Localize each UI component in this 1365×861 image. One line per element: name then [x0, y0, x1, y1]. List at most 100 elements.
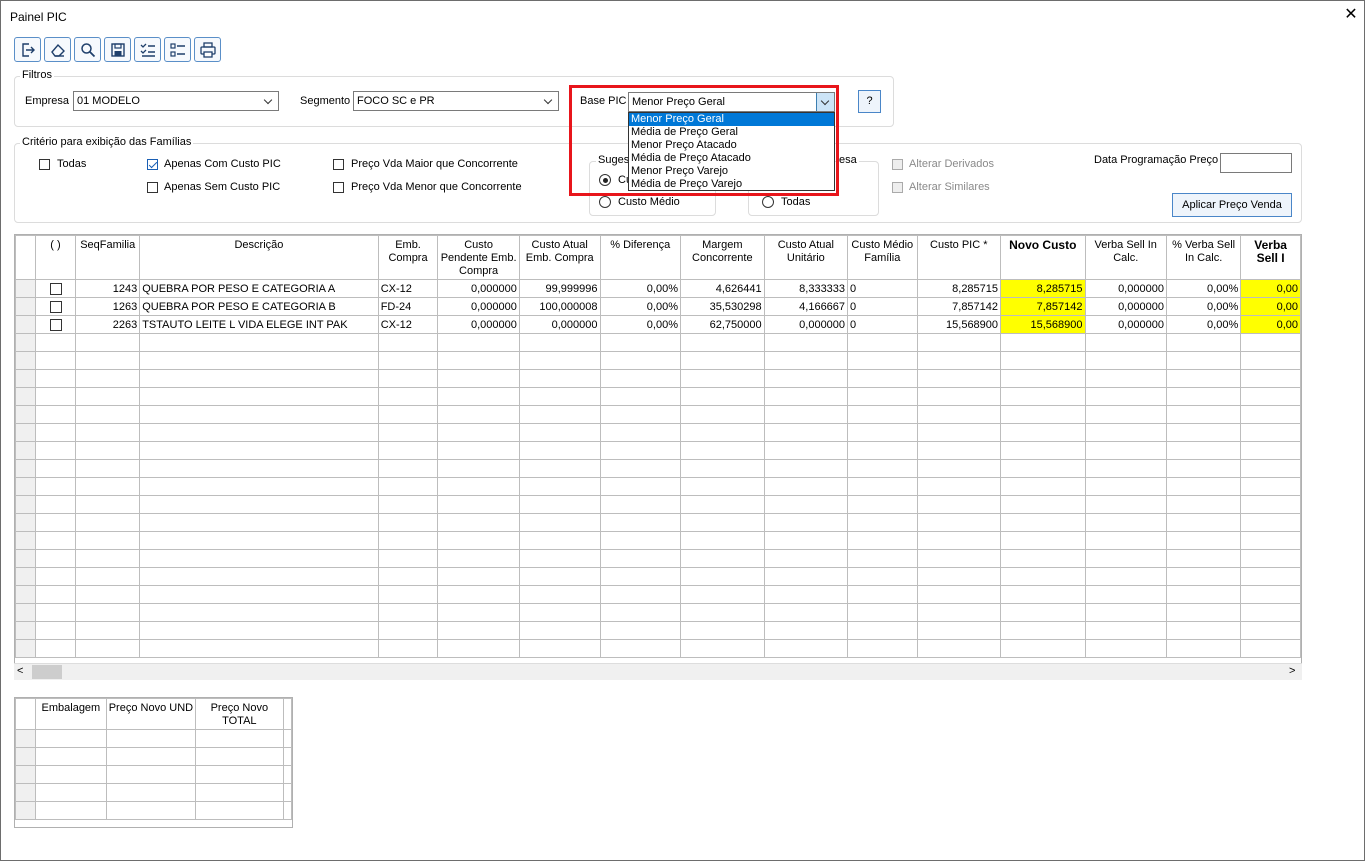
list-icon[interactable]: [164, 37, 191, 62]
row-checkbox[interactable]: [49, 300, 62, 313]
col-header[interactable]: ( ): [34, 235, 77, 280]
sugestao-radio-custo[interactable]: [599, 174, 611, 186]
table-row[interactable]: 2263 TSTAUTO LEITE L VIDA ELEGE INT PAK CX…: [15, 315, 1301, 334]
table-cell[interactable]: 8,285715: [916, 279, 1002, 298]
row-indicator[interactable]: [15, 297, 36, 316]
col-header[interactable]: Custo PIC *: [916, 235, 1002, 280]
exit-icon[interactable]: [14, 37, 41, 62]
chevron-down-icon[interactable]: [540, 92, 558, 110]
table-cell[interactable]: CX-12: [377, 315, 439, 334]
horizontal-scrollbar[interactable]: < >: [14, 663, 1302, 680]
row-checkbox[interactable]: [49, 318, 62, 331]
table-cell[interactable]: 0,000000: [1084, 279, 1167, 298]
scroll-left-icon[interactable]: <: [17, 665, 23, 677]
dropdown-option[interactable]: Menor Preço Atacado: [629, 139, 834, 152]
eraser-icon[interactable]: [44, 37, 71, 62]
col-header[interactable]: Custo Pendente Emb. Compra: [437, 235, 520, 280]
table-cell[interactable]: 0,00%: [1165, 297, 1242, 316]
embalagem-grid[interactable]: Embalagem Preço Novo UND Preço Novo TOTA…: [14, 697, 293, 828]
alterar-derivados-checkbox[interactable]: [892, 159, 903, 170]
alterar-similares-checkbox[interactable]: [892, 182, 903, 193]
col-header[interactable]: Preço Novo TOTAL: [194, 698, 285, 730]
close-icon[interactable]: ✕: [1341, 5, 1361, 25]
dropdown-option[interactable]: Menor Preço Geral: [629, 113, 834, 126]
table-cell[interactable]: 4,626441: [679, 279, 765, 298]
table-cell[interactable]: 0: [847, 279, 918, 298]
dropdown-option[interactable]: Média de Preço Geral: [629, 126, 834, 139]
table-cell[interactable]: 0,00%: [599, 279, 681, 298]
col-header[interactable]: Custo Atual Unitário: [763, 235, 849, 280]
data-programacao-input[interactable]: [1220, 153, 1292, 173]
todas-checkbox[interactable]: [39, 159, 50, 170]
dropdown-option[interactable]: Média de Preço Atacado: [629, 152, 834, 165]
col-header[interactable]: Embalagem: [34, 698, 108, 730]
table-cell[interactable]: 1243: [75, 279, 141, 298]
table-cell[interactable]: 0,000000: [1084, 315, 1167, 334]
col-header[interactable]: Descrição: [139, 235, 379, 280]
maior-checkbox[interactable]: [333, 159, 344, 170]
dropdown-option[interactable]: Menor Preço Varejo: [629, 165, 834, 178]
help-button[interactable]: ?: [858, 90, 881, 113]
chevron-down-icon[interactable]: [260, 92, 278, 110]
apenas-com-checkbox[interactable]: [147, 159, 158, 170]
table-cell[interactable]: 0: [847, 297, 918, 316]
col-header[interactable]: % Diferença: [599, 235, 681, 280]
save-icon[interactable]: [104, 37, 131, 62]
table-cell[interactable]: 0,00%: [1165, 279, 1242, 298]
table-cell[interactable]: 4,166667: [763, 297, 849, 316]
table-cell[interactable]: 8,285715: [1000, 279, 1086, 298]
col-header[interactable]: Verba Sell In Calc.: [1084, 235, 1167, 280]
checklist-icon[interactable]: [134, 37, 161, 62]
menor-checkbox[interactable]: [333, 182, 344, 193]
sugestao-radio-custo-medio[interactable]: [599, 196, 611, 208]
search-icon[interactable]: [74, 37, 101, 62]
table-cell[interactable]: 99,999996: [518, 279, 601, 298]
table-cell[interactable]: 7,857142: [1000, 297, 1086, 316]
table-cell[interactable]: 2263: [75, 315, 141, 334]
table-cell[interactable]: 1263: [75, 297, 141, 316]
table-cell[interactable]: 15,568900: [916, 315, 1002, 334]
col-header[interactable]: Margem Concorrente: [679, 235, 765, 280]
table-cell[interactable]: 0,00: [1240, 297, 1301, 316]
table-cell[interactable]: 7,857142: [916, 297, 1002, 316]
print-icon[interactable]: [194, 37, 221, 62]
table-cell[interactable]: QUEBRA POR PESO E CATEGORIA B: [139, 297, 379, 316]
row-indicator[interactable]: [15, 315, 36, 334]
col-header[interactable]: Emb. Compra: [377, 235, 439, 280]
col-header[interactable]: Verba Sell I: [1240, 235, 1301, 280]
table-cell[interactable]: 0,00%: [1165, 315, 1242, 334]
table-cell[interactable]: TSTAUTO LEITE L VIDA ELEGE INT PAK: [139, 315, 379, 334]
table-cell[interactable]: 0,000000: [437, 297, 520, 316]
scroll-right-icon[interactable]: >: [1289, 665, 1295, 677]
empresa-select[interactable]: 01 MODELO: [73, 91, 279, 111]
table-cell[interactable]: 100,000008: [518, 297, 601, 316]
table-cell[interactable]: 0,000000: [437, 279, 520, 298]
table-cell[interactable]: CX-12: [377, 279, 439, 298]
table-cell[interactable]: 8,333333: [763, 279, 849, 298]
table-cell[interactable]: 0: [847, 315, 918, 334]
row-checkbox[interactable]: [49, 282, 62, 295]
table-cell[interactable]: QUEBRA POR PESO E CATEGORIA A: [139, 279, 379, 298]
col-header[interactable]: % Verba Sell In Calc.: [1165, 235, 1242, 280]
table-cell[interactable]: 0,00%: [599, 297, 681, 316]
table-cell[interactable]: 0,000000: [437, 315, 520, 334]
empresa-radio-todas[interactable]: [762, 196, 774, 208]
chevron-down-icon[interactable]: [816, 93, 834, 111]
table-cell[interactable]: 0,00%: [599, 315, 681, 334]
table-cell[interactable]: 0,000000: [1084, 297, 1167, 316]
table-cell[interactable]: 0,00: [1240, 315, 1301, 334]
table-cell[interactable]: 0,00: [1240, 279, 1301, 298]
familias-grid[interactable]: ( ) SeqFamilia Descrição Emb. Compra Cus…: [14, 234, 1302, 680]
row-indicator[interactable]: [15, 279, 36, 298]
aplicar-preco-venda-button[interactable]: Aplicar Preço Venda: [1172, 193, 1292, 217]
base-pic-select[interactable]: Menor Preço Geral: [628, 92, 835, 112]
dropdown-option[interactable]: Média de Preço Varejo: [629, 178, 834, 191]
apenas-sem-checkbox[interactable]: [147, 182, 158, 193]
base-pic-dropdown-list[interactable]: Menor Preço Geral Média de Preço Geral M…: [628, 112, 835, 191]
col-header[interactable]: SeqFamilia: [75, 235, 141, 280]
table-cell[interactable]: FD-24: [377, 297, 439, 316]
table-cell[interactable]: 35,530298: [679, 297, 765, 316]
table-row[interactable]: 1263 QUEBRA POR PESO E CATEGORIA B FD-24 0,…: [15, 297, 1301, 316]
table-row[interactable]: 1243 QUEBRA POR PESO E CATEGORIA A CX-12 0,…: [15, 279, 1301, 298]
col-header[interactable]: Novo Custo: [1000, 235, 1086, 280]
